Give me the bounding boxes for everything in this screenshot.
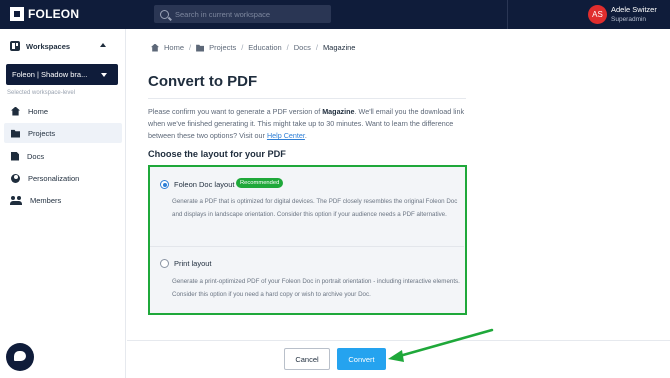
- annotation-arrow-icon: [388, 328, 494, 362]
